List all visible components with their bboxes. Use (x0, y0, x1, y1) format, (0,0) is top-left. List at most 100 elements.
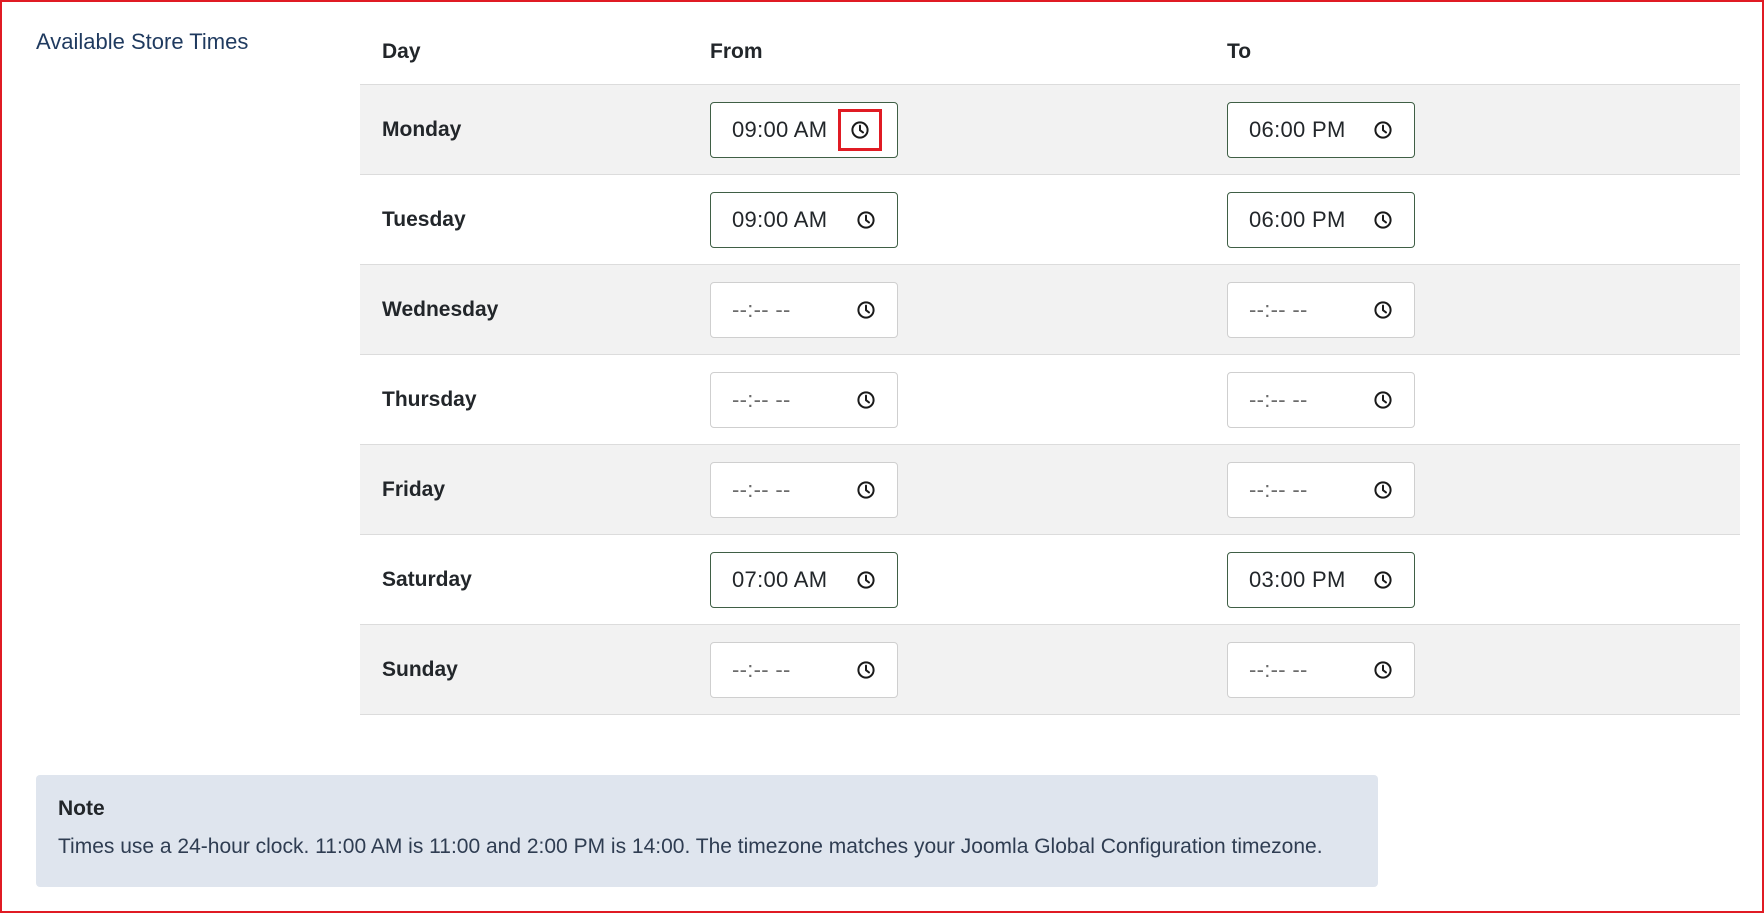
from-time-picker-button[interactable] (853, 477, 879, 503)
to-time-input[interactable]: --:-- -- (1227, 461, 1415, 518)
clock-icon (857, 480, 875, 499)
to-time-input[interactable]: --:-- -- (1227, 641, 1415, 698)
day-name: Friday (382, 477, 446, 501)
from-time-picker-button[interactable] (838, 108, 882, 151)
to-cell: 06:00 PM (1227, 84, 1740, 175)
to-time-value: --:-- -- (1249, 476, 1308, 502)
from-cell: --:-- -- (710, 354, 1227, 445)
clock-icon (1374, 300, 1392, 319)
day-name: Saturday (382, 567, 472, 591)
from-time-value: 09:00 AM (732, 116, 828, 142)
table-row: Friday --:-- -- --:-- -- (360, 444, 1740, 535)
to-time-picker-button[interactable] (1370, 567, 1396, 593)
day-cell: Saturday (360, 534, 710, 625)
from-time-value: 07:00 AM (732, 566, 828, 592)
from-cell: 07:00 AM (710, 534, 1227, 625)
clock-icon (857, 300, 875, 319)
from-time-value: --:-- -- (732, 296, 791, 322)
day-name: Monday (382, 117, 462, 141)
to-time-input[interactable]: 06:00 PM (1227, 191, 1415, 248)
to-time-value: --:-- -- (1249, 656, 1308, 682)
from-time-picker-button[interactable] (853, 387, 879, 413)
to-time-input[interactable]: --:-- -- (1227, 281, 1415, 338)
note-title: Note (58, 797, 105, 820)
clock-icon (1374, 660, 1392, 679)
to-time-picker-button[interactable] (1370, 207, 1396, 233)
to-time-picker-button[interactable] (1370, 297, 1396, 323)
clock-icon (1374, 210, 1392, 229)
to-time-picker-button[interactable] (1370, 477, 1396, 503)
from-time-picker-button[interactable] (853, 567, 879, 593)
to-cell: --:-- -- (1227, 354, 1740, 445)
day-name: Tuesday (382, 207, 466, 231)
from-time-input[interactable]: --:-- -- (710, 281, 898, 338)
table-row: Wednesday --:-- -- --:-- -- (360, 264, 1740, 355)
from-time-value: --:-- -- (732, 476, 791, 502)
header-day: Day (360, 19, 710, 85)
to-time-input[interactable]: --:-- -- (1227, 371, 1415, 428)
from-time-value: --:-- -- (732, 656, 791, 682)
from-time-picker-button[interactable] (853, 657, 879, 683)
to-cell: --:-- -- (1227, 264, 1740, 355)
from-cell: --:-- -- (710, 444, 1227, 535)
to-time-input[interactable]: 03:00 PM (1227, 551, 1415, 608)
clock-icon (1374, 570, 1392, 589)
from-time-input[interactable]: --:-- -- (710, 461, 898, 518)
section-label: Available Store Times (36, 29, 249, 54)
day-cell: Wednesday (360, 264, 710, 355)
to-cell: --:-- -- (1227, 624, 1740, 715)
clock-icon (857, 210, 875, 229)
from-time-input[interactable]: --:-- -- (710, 641, 898, 698)
to-time-value: 03:00 PM (1249, 566, 1346, 592)
from-time-input[interactable]: 09:00 AM (710, 191, 898, 248)
day-name: Wednesday (382, 297, 499, 321)
to-cell: 03:00 PM (1227, 534, 1740, 625)
from-time-input[interactable]: --:-- -- (710, 371, 898, 428)
table-body: Monday 09:00 AM 06:00 PM Tuesday 09:00 AM 06:… (360, 84, 1740, 715)
table-header-row: Day From To (360, 19, 1740, 85)
table-row: Tuesday 09:00 AM 06:00 PM (360, 174, 1740, 265)
to-time-value: 06:00 PM (1249, 206, 1346, 232)
from-time-picker-button[interactable] (853, 297, 879, 323)
from-cell: --:-- -- (710, 264, 1227, 355)
from-cell: 09:00 AM (710, 84, 1227, 175)
day-name: Sunday (382, 657, 458, 681)
header-to: To (1227, 19, 1740, 85)
note-box: Note Times use a 24-hour clock. 11:00 AM… (36, 775, 1378, 887)
to-time-picker-button[interactable] (1370, 657, 1396, 683)
table-row: Saturday 07:00 AM 03:00 PM (360, 534, 1740, 625)
note-text: Times use a 24-hour clock. 11:00 AM is 1… (58, 835, 1323, 858)
from-time-value: --:-- -- (732, 386, 791, 412)
from-cell: 09:00 AM (710, 174, 1227, 265)
header-from: From (710, 19, 1227, 85)
to-time-input[interactable]: 06:00 PM (1227, 101, 1415, 158)
clock-icon (1374, 480, 1392, 499)
day-name: Thursday (382, 387, 477, 411)
from-cell: --:-- -- (710, 624, 1227, 715)
to-time-picker-button[interactable] (1370, 387, 1396, 413)
to-time-value: --:-- -- (1249, 386, 1308, 412)
day-cell: Tuesday (360, 174, 710, 265)
from-time-value: 09:00 AM (732, 206, 828, 232)
clock-icon (1374, 390, 1392, 409)
store-times-table: Day From To Monday 09:00 AM 06:00 PM Tuesda… (360, 19, 1740, 715)
table-row: Thursday --:-- -- --:-- -- (360, 354, 1740, 445)
day-cell: Monday (360, 84, 710, 175)
clock-icon (857, 660, 875, 679)
clock-icon (1374, 120, 1392, 139)
from-time-input[interactable]: 07:00 AM (710, 551, 898, 608)
to-time-value: --:-- -- (1249, 296, 1308, 322)
to-time-picker-button[interactable] (1370, 117, 1396, 143)
day-cell: Friday (360, 444, 710, 535)
table-row: Sunday --:-- -- --:-- -- (360, 624, 1740, 715)
to-cell: --:-- -- (1227, 444, 1740, 535)
day-cell: Sunday (360, 624, 710, 715)
from-time-input[interactable]: 09:00 AM (710, 101, 898, 158)
clock-icon (851, 120, 869, 139)
to-cell: 06:00 PM (1227, 174, 1740, 265)
table-row: Monday 09:00 AM 06:00 PM (360, 84, 1740, 175)
from-time-picker-button[interactable] (853, 207, 879, 233)
clock-icon (857, 570, 875, 589)
clock-icon (857, 390, 875, 409)
day-cell: Thursday (360, 354, 710, 445)
